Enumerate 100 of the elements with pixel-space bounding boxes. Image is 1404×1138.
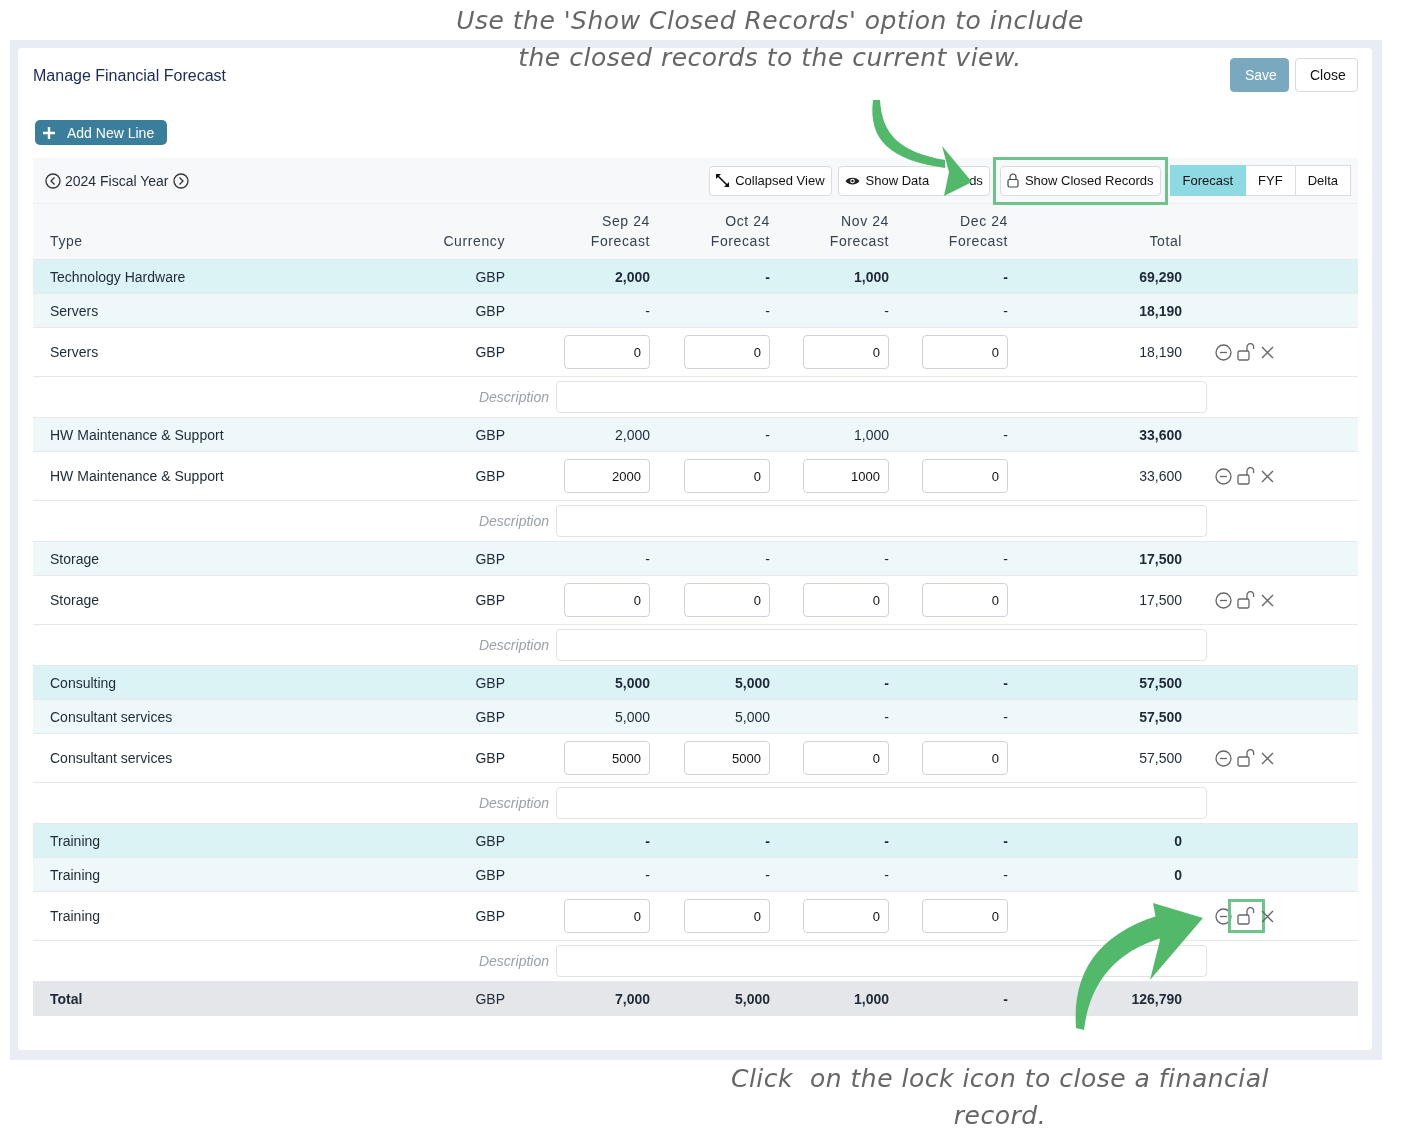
table-cell-text: - (1002, 426, 1008, 443)
diagonal-arrows-icon (716, 174, 730, 187)
forecast-input[interactable]: 0 (922, 583, 1008, 617)
forecast-input[interactable]: 5000 (684, 741, 770, 775)
table-cell-text: 1,000 (852, 268, 889, 285)
unlocked-padlock-icon[interactable] (1237, 343, 1256, 361)
annotation-text: Use the 'Show Closed Records' option to include the closed records to the current view. (455, 5, 1085, 74)
table-cell-text: - (1002, 550, 1008, 567)
table-cell-text: - (883, 302, 889, 319)
table-cell-text: Training (50, 908, 102, 924)
forecast-input[interactable]: 2000 (564, 459, 650, 493)
add-new-line-button[interactable]: Add New Line (35, 120, 167, 145)
table-cell-text: 57,500 (1138, 708, 1182, 725)
table-cell-text: - (1002, 832, 1008, 849)
unlocked-padlock-icon[interactable] (1237, 749, 1256, 767)
table-cell-text: - (1002, 866, 1008, 883)
forecast-input[interactable]: 0 (803, 583, 889, 617)
close-icon[interactable] (1261, 909, 1274, 923)
view-tab[interactable]: Forecast (1169, 165, 1247, 196)
close-icon[interactable] (1261, 469, 1274, 483)
forecast-input[interactable]: 0 (684, 459, 770, 493)
table-cell-text: - (764, 866, 770, 883)
chevron-right-circle-icon[interactable] (172, 172, 189, 189)
table-cell-text: 18,190 (1138, 344, 1182, 360)
table-cell-text: - (1002, 268, 1008, 285)
table-cell-text: GBP (474, 991, 505, 1007)
table-cell-text: GBP (474, 468, 505, 484)
table-cell-text: - (883, 866, 889, 883)
table-cell-text: GBP (474, 908, 505, 924)
description-field[interactable] (556, 505, 1207, 537)
description-label: Description (477, 795, 549, 811)
table-cell-text: Training (50, 832, 102, 849)
table-cell-text: 57,500 (1138, 674, 1182, 691)
padlock-icon (1006, 173, 1019, 188)
table-cell-text: 5,000 (733, 674, 770, 691)
close-icon[interactable] (1261, 345, 1274, 359)
toolbar-button[interactable]: Collapsed View (709, 165, 832, 196)
forecast-input[interactable]: 5000 (564, 741, 650, 775)
table-cell-text: Storage (50, 592, 101, 608)
table-cell-text: - (883, 550, 889, 567)
table-cell-text: - (764, 550, 770, 567)
close-button[interactable]: Close (1295, 58, 1358, 92)
table-cell-text: 17,500 (1138, 592, 1182, 608)
forecast-input[interactable]: 0 (803, 335, 889, 369)
minus-circle-icon[interactable] (1215, 591, 1232, 609)
unlocked-padlock-icon[interactable] (1237, 467, 1256, 485)
forecast-input[interactable]: 0 (684, 335, 770, 369)
minus-circle-icon[interactable] (1215, 907, 1232, 925)
minus-circle-icon[interactable] (1215, 749, 1232, 767)
minus-circle-icon[interactable] (1215, 467, 1232, 485)
table-cell-text: 5,000 (733, 991, 770, 1007)
table-cell-text: 0 (1173, 832, 1182, 849)
description-field[interactable] (556, 787, 1207, 819)
description-field[interactable] (556, 381, 1207, 413)
forecast-input[interactable]: 0 (564, 335, 650, 369)
table-cell-text: - (644, 866, 650, 883)
table-cell-text: GBP (474, 550, 505, 567)
unlocked-padlock-icon[interactable] (1237, 591, 1256, 609)
table-cell-text: HW Maintenance & Support (50, 426, 225, 443)
table-cell-text: Consulting (50, 674, 118, 691)
table-cell-text: 18,190 (1138, 302, 1182, 319)
forecast-input[interactable]: 0 (922, 335, 1008, 369)
table-cell-text: - (644, 832, 650, 849)
forecast-input[interactable]: 0 (922, 741, 1008, 775)
table-cell-text: GBP (474, 750, 505, 766)
forecast-input[interactable]: 0 (684, 899, 770, 933)
table-cell-text: 2,000 (613, 268, 650, 285)
column-header: Nov 24 Forecast (828, 212, 889, 251)
description-field[interactable] (556, 629, 1207, 661)
unlocked-padlock-icon[interactable] (1237, 907, 1256, 925)
forecast-input[interactable]: 0 (564, 899, 650, 933)
forecast-input[interactable]: 0 (564, 583, 650, 617)
table-cell-text: - (883, 832, 889, 849)
table-cell-text: Servers (50, 302, 100, 319)
table-cell-text: 17,500 (1138, 550, 1182, 567)
toolbar-button[interactable]: Show Closed Records (999, 165, 1161, 196)
description-label: Description (477, 953, 549, 969)
view-tab[interactable]: FYF (1246, 165, 1296, 196)
chevron-left-circle-icon[interactable] (45, 172, 61, 189)
table-cell-text: GBP (474, 866, 505, 883)
column-header: Total (1148, 232, 1182, 251)
column-header: Dec 24 Forecast (947, 212, 1008, 251)
forecast-input[interactable]: 1000 (803, 459, 889, 493)
forecast-input[interactable]: 0 (684, 583, 770, 617)
table-cell-text: GBP (474, 832, 505, 849)
close-icon[interactable] (1261, 751, 1274, 765)
view-tab[interactable]: Delta (1295, 165, 1351, 196)
forecast-input[interactable]: 0 (922, 899, 1008, 933)
plus-icon (43, 126, 55, 139)
column-header: Type (50, 232, 84, 251)
forecast-input[interactable]: 0 (803, 741, 889, 775)
table-cell-text: 0 (1173, 866, 1182, 883)
forecast-input[interactable]: 0 (803, 899, 889, 933)
description-field[interactable] (556, 945, 1207, 977)
forecast-input[interactable]: 0 (922, 459, 1008, 493)
table-cell-text: 2,000 (613, 426, 650, 443)
table-cell-text: 126,790 (1130, 991, 1182, 1007)
close-icon[interactable] (1261, 593, 1274, 607)
minus-circle-icon[interactable] (1215, 343, 1232, 361)
table-cell-text: - (764, 302, 770, 319)
